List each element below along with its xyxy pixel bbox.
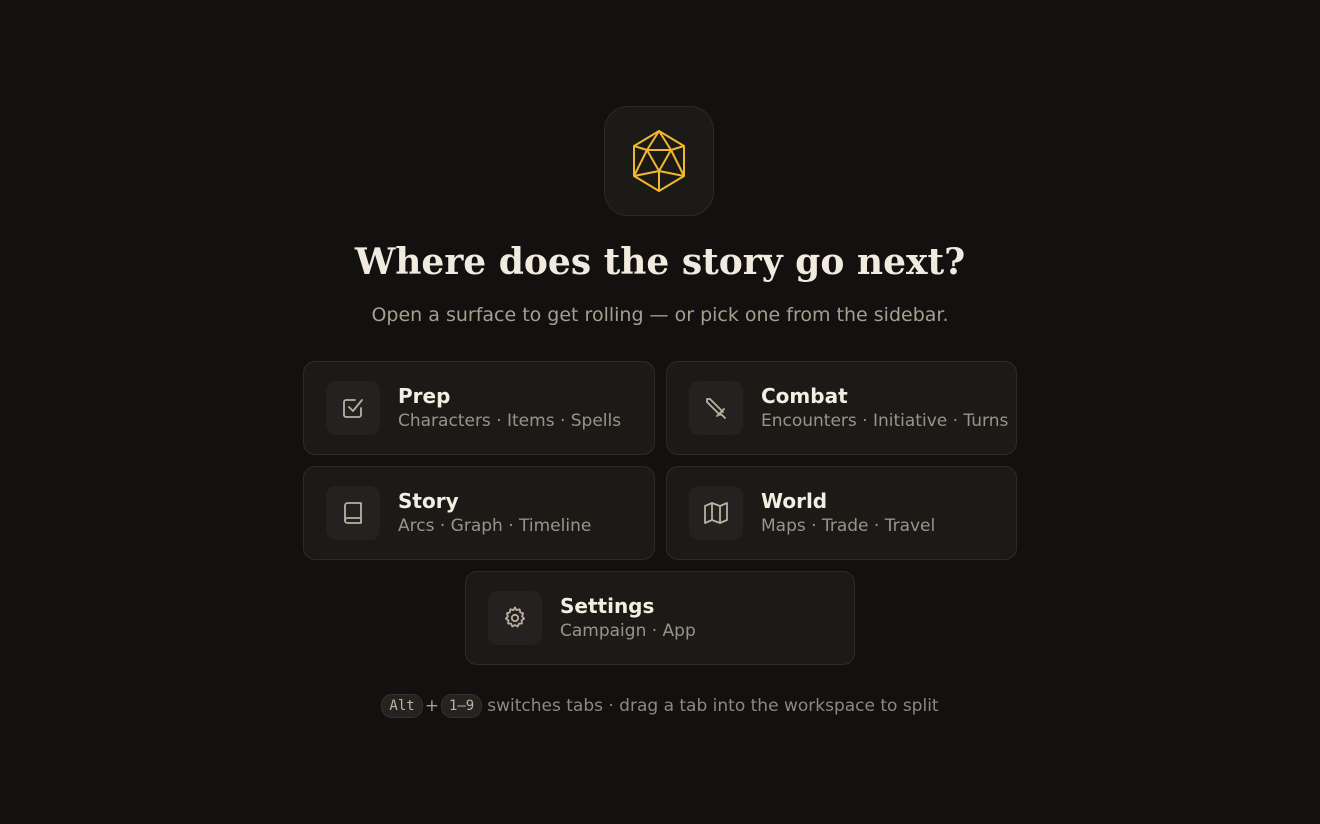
hint-text: switches tabs · drag a tab into the work… xyxy=(487,696,939,716)
kbd-number-range: 1–9 xyxy=(440,694,483,718)
map-icon xyxy=(704,502,728,524)
combat-title: Combat xyxy=(761,384,848,408)
kbd-alt: Alt xyxy=(381,694,423,718)
story-title: Story xyxy=(398,489,459,513)
settings-icon-box xyxy=(488,591,542,645)
prep-title: Prep xyxy=(398,384,451,408)
prep-icon-box xyxy=(326,381,380,435)
settings-description: Campaign · App xyxy=(560,621,696,641)
combat-icon-box xyxy=(689,381,743,435)
story-description: Arcs · Graph · Timeline xyxy=(398,516,592,536)
prep-description: Characters · Items · Spells xyxy=(398,411,622,431)
prep-card[interactable]: Prep Characters · Items · Spells xyxy=(303,361,655,455)
page-subtitle: Open a surface to get rolling — or pick … xyxy=(371,304,949,326)
combat-card[interactable]: Combat Encounters · Initiative · Turns xyxy=(666,361,1017,455)
settings-card[interactable]: Settings Campaign · App xyxy=(465,571,855,665)
world-icon-box xyxy=(689,486,743,540)
story-icon-box xyxy=(326,486,380,540)
world-title: World xyxy=(761,489,828,513)
gear-icon xyxy=(505,606,525,628)
page-title: Where does the story go next? xyxy=(354,241,966,283)
checkbox-icon xyxy=(343,399,363,418)
world-card[interactable]: World Maps · Trade · Travel xyxy=(666,466,1017,560)
world-description: Maps · Trade · Travel xyxy=(761,516,936,536)
d20-icon xyxy=(633,130,685,192)
kbd-plus: + xyxy=(424,696,439,716)
sword-icon xyxy=(706,398,726,419)
settings-title: Settings xyxy=(560,594,655,618)
story-card[interactable]: Story Arcs · Graph · Timeline xyxy=(303,466,655,560)
combat-description: Encounters · Initiative · Turns xyxy=(761,411,1009,431)
book-icon xyxy=(344,502,362,524)
app-logo xyxy=(604,106,714,216)
keyboard-hint: Alt + 1–9 switches tabs · drag a tab int… xyxy=(0,694,1320,718)
